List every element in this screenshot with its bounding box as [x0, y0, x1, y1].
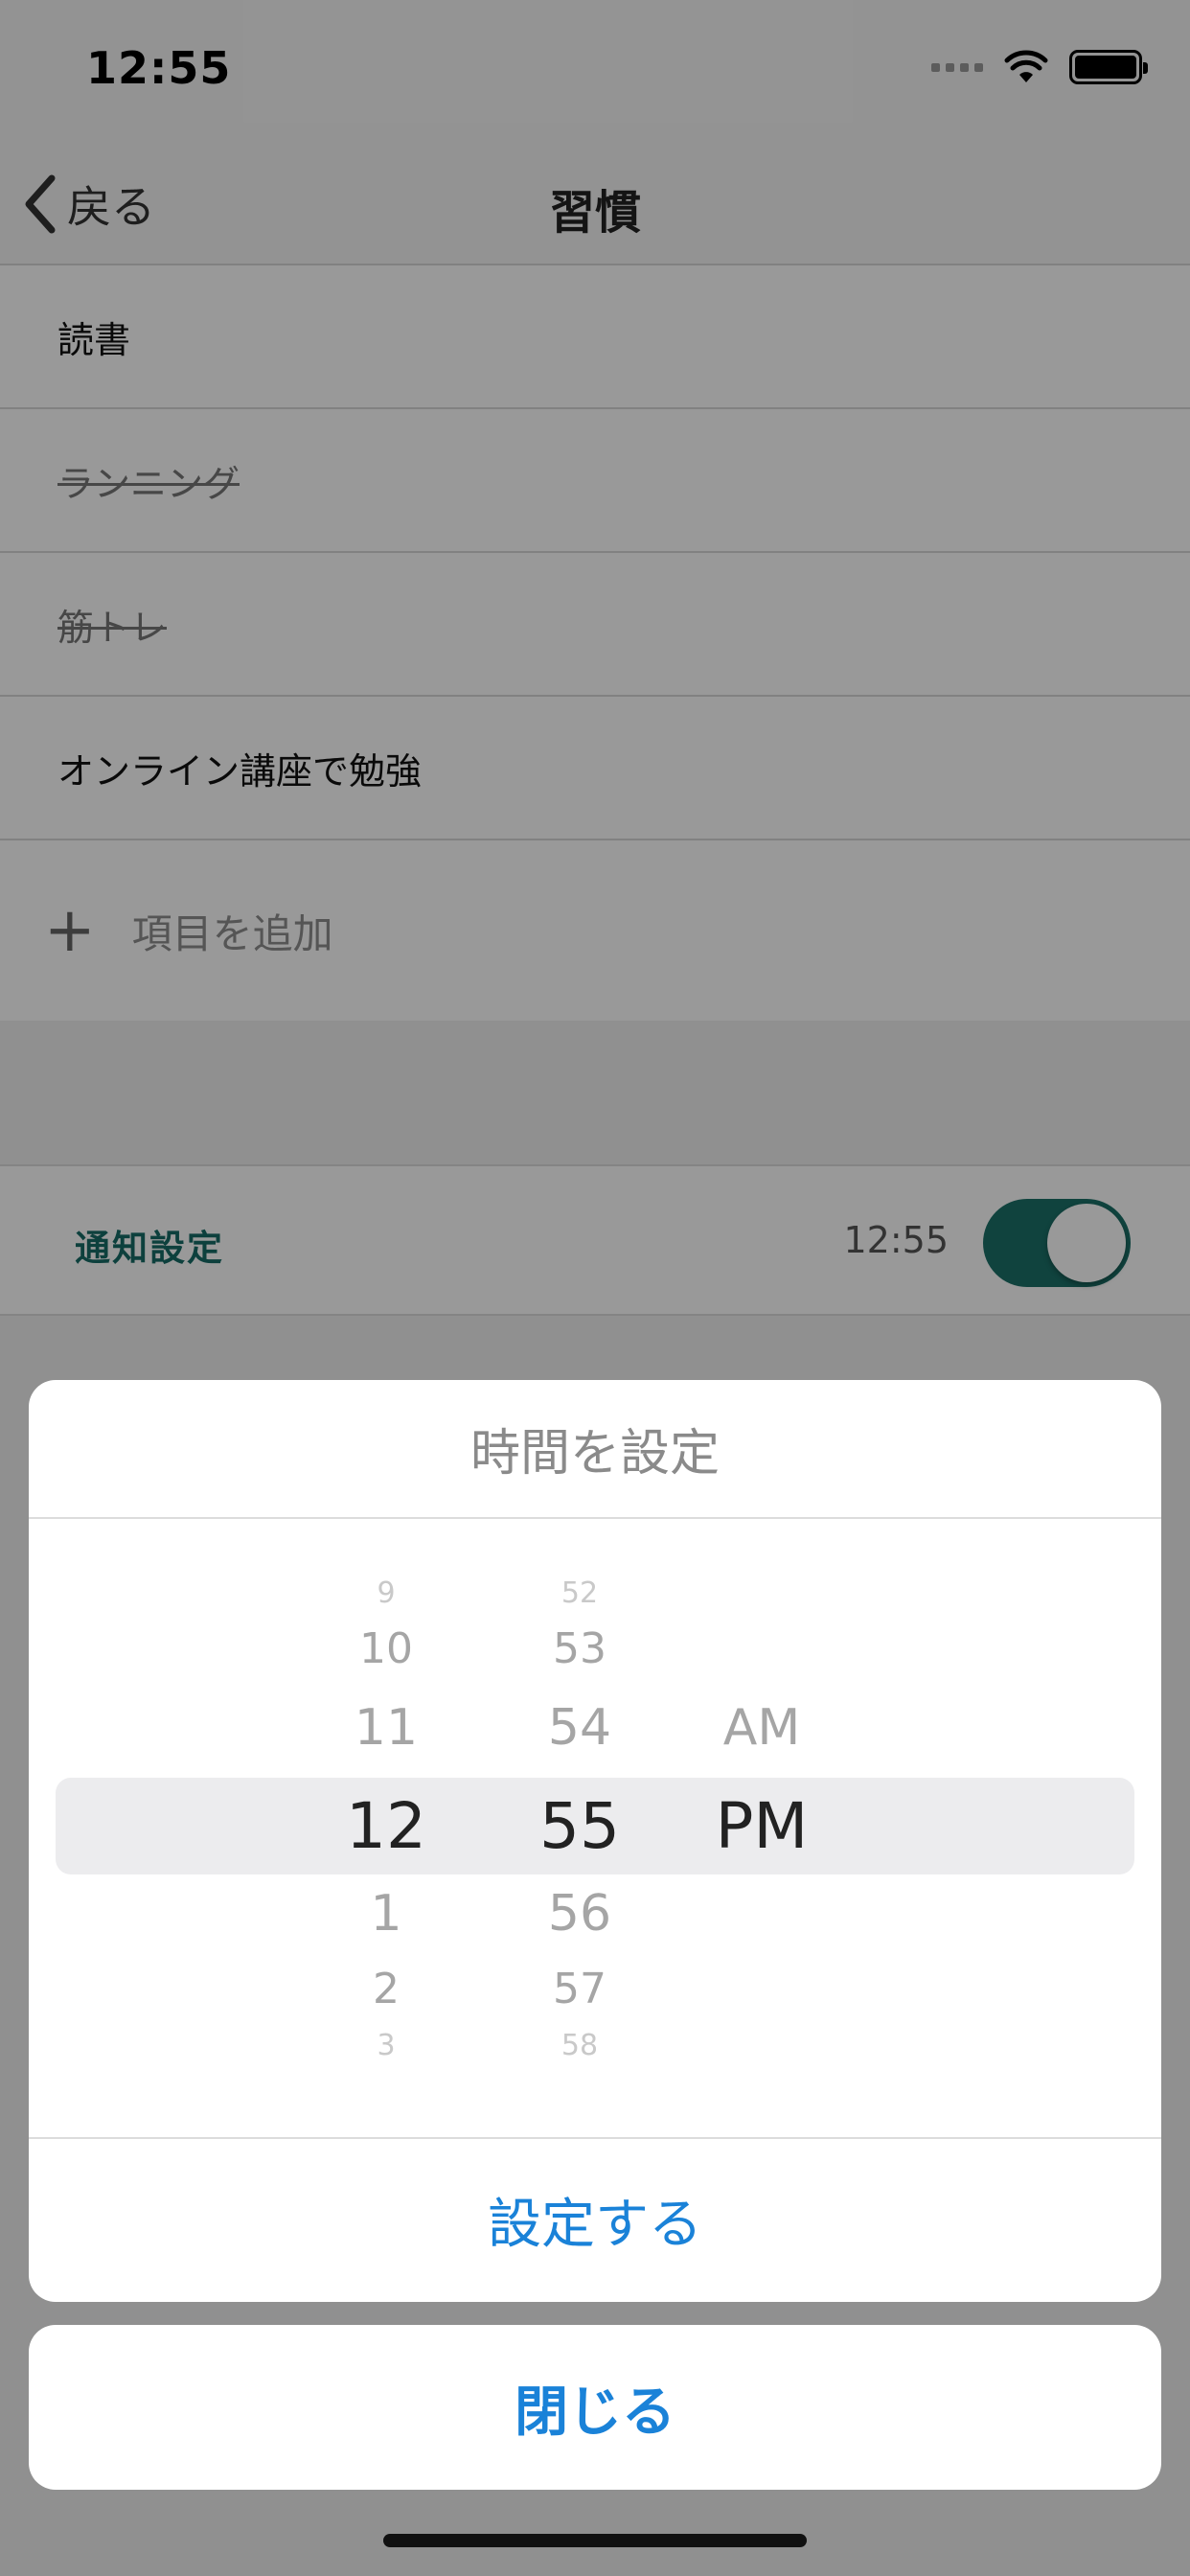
minute-option[interactable]: 52 — [498, 1576, 661, 1610]
sheet-title: 時間を設定 — [29, 1380, 1161, 1519]
ampm-selected[interactable]: PM — [680, 1789, 843, 1863]
home-indicator — [383, 2534, 807, 2547]
time-picker-sheet: 時間を設定 9 10 11 12 1 2 3 52 53 54 55 56 57… — [29, 1380, 1161, 2302]
minute-option[interactable]: 54 — [498, 1699, 661, 1757]
time-picker: 9 10 11 12 1 2 3 52 53 54 55 56 57 58 AM… — [29, 1519, 1161, 2139]
hour-selected[interactable]: 12 — [305, 1789, 468, 1863]
hour-option[interactable]: 2 — [305, 1965, 468, 2013]
minute-option[interactable]: 58 — [498, 2029, 661, 2062]
hour-option[interactable]: 10 — [305, 1624, 468, 1673]
minute-option[interactable]: 53 — [498, 1624, 661, 1673]
hour-option[interactable]: 9 — [305, 1576, 468, 1610]
close-button[interactable]: 閉じる — [29, 2325, 1161, 2490]
hour-option[interactable]: 3 — [305, 2029, 468, 2062]
hour-option[interactable]: 11 — [305, 1699, 468, 1757]
confirm-button[interactable]: 設定する — [29, 2139, 1161, 2300]
minute-option[interactable]: 57 — [498, 1965, 661, 2013]
minute-selected[interactable]: 55 — [498, 1789, 661, 1863]
hour-option[interactable]: 1 — [305, 1885, 468, 1943]
minute-option[interactable]: 56 — [498, 1885, 661, 1943]
ampm-option[interactable]: AM — [680, 1699, 843, 1757]
